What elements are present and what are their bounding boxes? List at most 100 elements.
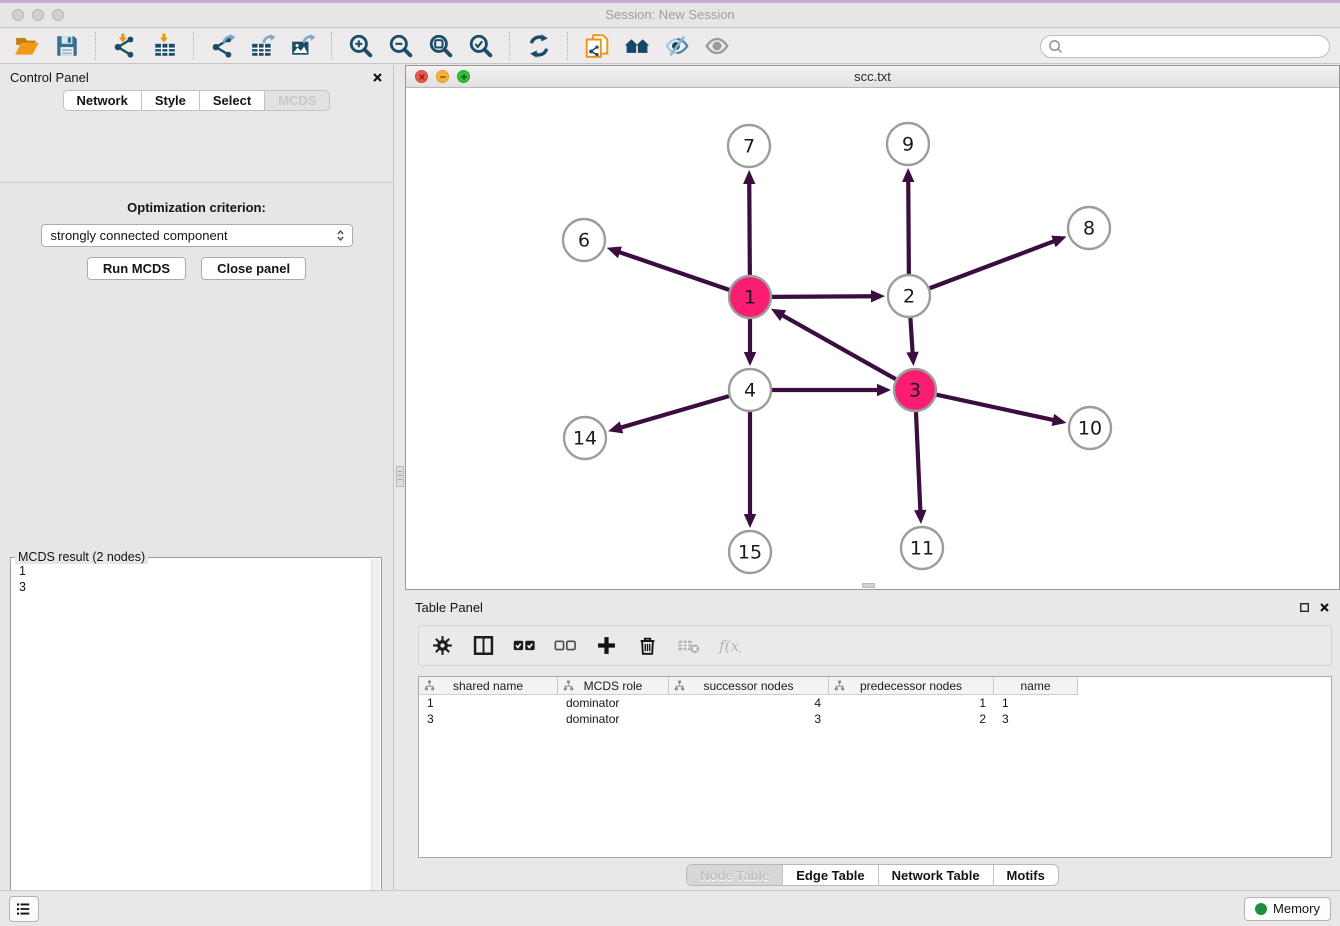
- network-file-icon[interactable]: [580, 31, 613, 61]
- deselect-all-icon[interactable]: [551, 632, 579, 660]
- column-header-label: MCDS role: [584, 679, 643, 693]
- zoom-in-icon[interactable]: [344, 31, 377, 61]
- tab-mcds[interactable]: MCDS: [265, 90, 330, 111]
- columns-icon[interactable]: [469, 632, 497, 660]
- control-panel-header: Control Panel: [0, 65, 393, 90]
- table-panel: Table Panel f(x) shared nameMCDS rolesuc…: [405, 595, 1340, 888]
- gear-icon[interactable]: [428, 632, 456, 660]
- network-close-button[interactable]: [415, 70, 428, 83]
- table-cell[interactable]: 4: [669, 695, 829, 711]
- tab-select[interactable]: Select: [200, 90, 265, 111]
- arrowhead-icon: [744, 352, 756, 366]
- toolbar-separator: [331, 32, 332, 60]
- tab-node-table[interactable]: Node Table: [687, 865, 783, 885]
- column-header-shared-name[interactable]: shared name: [419, 677, 558, 695]
- graph-node-label: 7: [743, 136, 755, 158]
- graph-node-label: 14: [573, 428, 597, 450]
- edge-2-9[interactable]: [908, 180, 909, 274]
- network-minimize-button[interactable]: [436, 70, 449, 83]
- edge-1-2[interactable]: [772, 296, 873, 297]
- control-panel-tabs: NetworkStyleSelectMCDS: [0, 90, 393, 111]
- svg-text:f(x): f(x): [718, 637, 741, 655]
- table-cell[interactable]: dominator: [558, 695, 669, 711]
- edge-1-7[interactable]: [749, 182, 750, 275]
- node-table[interactable]: shared name MCDS role successor nodesprede…: [418, 676, 1332, 858]
- arrowhead-icon: [608, 421, 623, 433]
- result-scrollbar[interactable]: [371, 559, 380, 926]
- network-graph[interactable]: 7968124314101511: [406, 88, 1339, 589]
- arrowhead-icon: [914, 510, 926, 524]
- column-header-predecessor-nodes[interactable]: predecessor nodes: [829, 677, 994, 695]
- tab-edge-table[interactable]: Edge Table: [783, 865, 878, 885]
- toolbar-separator: [509, 32, 510, 60]
- node-table-header-row: shared name MCDS role successor nodesprede…: [419, 677, 1331, 695]
- import-table-icon[interactable]: [148, 31, 181, 61]
- tab-network-table[interactable]: Network Table: [879, 865, 994, 885]
- edge-3-11[interactable]: [916, 412, 920, 512]
- column-header-name[interactable]: name: [994, 677, 1078, 695]
- optimization-criterion-label: Optimization criterion:: [0, 200, 393, 215]
- task-history-button[interactable]: [9, 896, 39, 922]
- panel-splitter-grip[interactable]: [396, 466, 404, 487]
- table-cell[interactable]: 1: [994, 695, 1078, 711]
- memory-button[interactable]: Memory: [1244, 897, 1331, 921]
- tab-style[interactable]: Style: [142, 90, 200, 111]
- network-maximize-button[interactable]: [457, 70, 470, 83]
- graph-node-label: 11: [910, 538, 934, 560]
- search-box[interactable]: [1040, 35, 1330, 58]
- memory-label: Memory: [1273, 901, 1320, 916]
- table-cell[interactable]: 3: [669, 711, 829, 727]
- edge-4-14[interactable]: [620, 396, 729, 428]
- table-cell[interactable]: 1: [419, 695, 558, 711]
- list-icon: [14, 899, 34, 919]
- add-row-icon[interactable]: [592, 632, 620, 660]
- edge-2-8[interactable]: [930, 241, 1056, 289]
- zoom-selected-icon[interactable]: [464, 31, 497, 61]
- refresh-icon[interactable]: [522, 31, 555, 61]
- table-cell[interactable]: 2: [829, 711, 994, 727]
- import-network-icon[interactable]: [108, 31, 141, 61]
- table-cell[interactable]: 3: [419, 711, 558, 727]
- column-header-successor-nodes[interactable]: successor nodes: [669, 677, 829, 695]
- close-panel-button[interactable]: Close panel: [201, 257, 306, 280]
- network-canvas[interactable]: 7968124314101511: [406, 88, 1339, 589]
- zoom-out-icon[interactable]: [384, 31, 417, 61]
- table-float-panel-icon[interactable]: [1299, 602, 1310, 613]
- table-close-panel-icon[interactable]: [1319, 602, 1330, 613]
- dropdown-stepper-icon: [333, 229, 348, 242]
- export-image-icon[interactable]: [286, 31, 319, 61]
- edge-1-6[interactable]: [618, 252, 729, 290]
- table-toolbar: f(x): [418, 625, 1332, 666]
- export-table-icon[interactable]: [246, 31, 279, 61]
- zoom-fit-icon[interactable]: [424, 31, 457, 61]
- toolbar-separator: [193, 32, 194, 60]
- table-cell[interactable]: 3: [994, 711, 1078, 727]
- run-mcds-button[interactable]: Run MCDS: [87, 257, 186, 280]
- network-window-titlebar[interactable]: scc.txt: [406, 66, 1339, 88]
- table-cell[interactable]: dominator: [558, 711, 669, 727]
- graph-node-label: 9: [902, 134, 914, 156]
- hide-selected-icon[interactable]: [660, 31, 693, 61]
- export-network-icon[interactable]: [206, 31, 239, 61]
- toolbar-separator: [567, 32, 568, 60]
- edge-3-1[interactable]: [781, 315, 895, 380]
- trash-icon[interactable]: [633, 632, 661, 660]
- delete-column-icon: [674, 632, 702, 660]
- table-tab-group: Node TableEdge TableNetwork TableMotifs: [686, 864, 1059, 886]
- table-row[interactable]: 3dominator323: [419, 711, 1331, 727]
- canvas-splitter-grip[interactable]: [862, 583, 875, 588]
- criterion-dropdown[interactable]: strongly connected component: [41, 224, 353, 247]
- tab-network[interactable]: Network: [63, 90, 142, 111]
- table-row[interactable]: 1dominator411: [419, 695, 1331, 711]
- search-input[interactable]: [1067, 39, 1322, 53]
- edge-3-10[interactable]: [936, 395, 1054, 421]
- column-header-MCDS-role[interactable]: MCDS role: [558, 677, 669, 695]
- table-cell[interactable]: 1: [829, 695, 994, 711]
- select-all-icon[interactable]: [510, 632, 538, 660]
- first-neighbors-icon[interactable]: [620, 31, 653, 61]
- tab-motifs[interactable]: Motifs: [994, 865, 1058, 885]
- open-folder-icon[interactable]: [10, 31, 43, 61]
- close-panel-icon[interactable]: [372, 72, 383, 83]
- save-icon[interactable]: [50, 31, 83, 61]
- edge-2-3[interactable]: [910, 318, 912, 354]
